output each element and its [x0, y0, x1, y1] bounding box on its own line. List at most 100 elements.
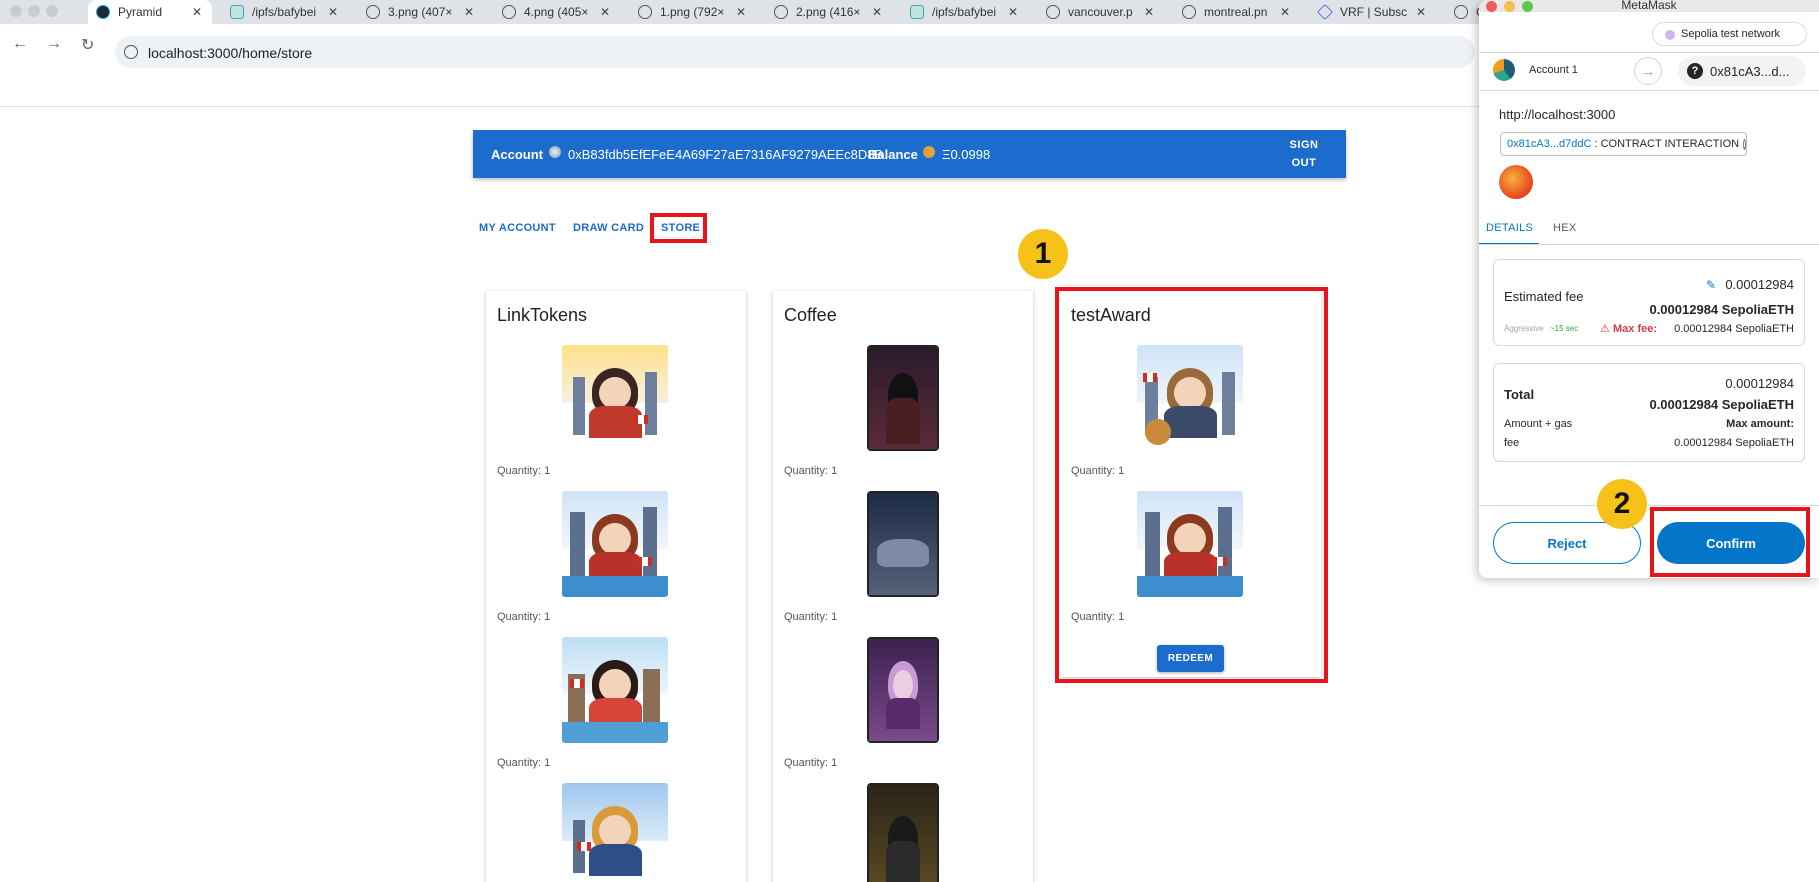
- network-name: Sepolia test network: [1681, 28, 1781, 40]
- cube-icon: [910, 5, 924, 19]
- sign-out-button[interactable]: SIGN OUT: [1276, 136, 1332, 172]
- browser-tab[interactable]: vancouver.p ✕: [1038, 0, 1164, 24]
- forward-arrow-icon[interactable]: →: [46, 35, 62, 53]
- cube-icon: [230, 5, 244, 19]
- balance-value: Ξ0.0998: [942, 147, 991, 162]
- browser-tab[interactable]: 3.png (407× ✕: [358, 0, 484, 24]
- amount-gas-label: Amount + gas: [1504, 418, 1573, 430]
- close-icon[interactable]: ✕: [1008, 5, 1018, 19]
- browser-tab[interactable]: 1.png (792× ✕: [630, 0, 756, 24]
- react-icon: [96, 5, 110, 19]
- estimated-fee-label: Estimated fee: [1504, 289, 1584, 304]
- globe-icon: [1454, 5, 1468, 19]
- divider: [1479, 52, 1819, 53]
- nft-image[interactable]: [562, 345, 668, 451]
- contract-address[interactable]: 0x81cA3...d7ddC: [1507, 138, 1591, 150]
- browser-tab[interactable]: VRF | Subsc ✕: [1310, 0, 1436, 24]
- globe-icon: [549, 146, 561, 158]
- tab-details[interactable]: DETAILS: [1486, 222, 1533, 234]
- tab-label: vancouver.p: [1068, 5, 1133, 19]
- collection-card-linktokens: LinkTokens Quantity: 1 Quantity: 1 Quant…: [486, 291, 746, 882]
- browser-tab[interactable]: 4.png (405× ✕: [494, 0, 620, 24]
- divider: [1479, 244, 1819, 245]
- reload-icon[interactable]: ↻: [81, 35, 94, 55]
- quantity-label: Quantity: 1: [497, 465, 551, 477]
- sign-out-line-1: SIGN: [1289, 139, 1319, 151]
- estimated-fee-secondary: 0.00012984: [1725, 277, 1794, 292]
- close-icon[interactable]: ✕: [600, 5, 610, 19]
- sign-out-line-2: OUT: [1291, 157, 1317, 169]
- nft-image[interactable]: [867, 783, 939, 882]
- total-box: Total 0.00012984 0.00012984 SepoliaETH A…: [1493, 363, 1805, 462]
- chainlink-icon: [1317, 4, 1333, 20]
- tab-label: /ipfs/bafybei: [252, 5, 317, 19]
- confirm-button-highlight: [1650, 507, 1810, 577]
- edit-pencil-icon[interactable]: ✎: [1706, 278, 1716, 292]
- window-minimize-dot[interactable]: [28, 5, 40, 17]
- nft-image[interactable]: [562, 637, 668, 743]
- network-selector[interactable]: Sepolia test network: [1652, 22, 1807, 46]
- window-zoom-dot[interactable]: [46, 5, 58, 17]
- divider: [1479, 90, 1819, 91]
- browser-tab[interactable]: /ipfs/bafybei ✕: [902, 0, 1028, 24]
- quantity-label: Quantity: 1: [497, 611, 551, 623]
- close-icon[interactable]: ✕: [192, 5, 202, 19]
- card-title: LinkTokens: [497, 305, 588, 325]
- testaward-card-highlight: [1055, 287, 1328, 683]
- nft-image[interactable]: [562, 783, 668, 882]
- nft-image[interactable]: [867, 637, 939, 743]
- close-icon[interactable]: ✕: [328, 5, 338, 19]
- contract-interaction-pill[interactable]: 0x81cA3...d7ddC : CONTRACT INTERACTION i: [1500, 132, 1747, 156]
- app-header: Account 0xB83fdb5EfEFeE4A69F27aE7316AF92…: [473, 130, 1346, 178]
- account-name: Account 1: [1529, 64, 1578, 76]
- max-amount-label: Max amount:: [1726, 418, 1794, 430]
- quantity-label: Quantity: 1: [784, 757, 838, 769]
- close-icon[interactable]: ✕: [1144, 5, 1154, 19]
- browser-tab[interactable]: 2.png (416× ✕: [766, 0, 892, 24]
- tab-label: Pyramid: [118, 5, 163, 19]
- total-secondary: 0.00012984: [1725, 376, 1794, 391]
- close-icon[interactable]: ✕: [736, 5, 746, 19]
- tab-label: 2.png (416×: [796, 5, 861, 19]
- max-fee-label: Max fee:: [1613, 323, 1658, 335]
- fee-speed-label: Aggressive: [1504, 324, 1544, 333]
- browser-tab[interactable]: /ipfs/bafybei ✕: [222, 0, 348, 24]
- nft-image[interactable]: [867, 345, 939, 451]
- account-identicon: [1493, 59, 1515, 81]
- nft-image[interactable]: [562, 491, 668, 597]
- site-info-icon[interactable]: [124, 45, 138, 59]
- close-icon[interactable]: ✕: [1416, 5, 1426, 19]
- url-bar[interactable]: [115, 36, 1475, 68]
- close-icon[interactable]: ✕: [1280, 5, 1290, 19]
- estimated-fee-box: Estimated fee ✎ 0.00012984 0.00012984 Se…: [1493, 259, 1805, 346]
- quantity-label: Quantity: 1: [784, 465, 838, 477]
- collection-card-coffee: Coffee Quantity: 1 Quantity: 1 Quantity:…: [773, 291, 1033, 882]
- estimated-fee-amount: 0.00012984 SepoliaETH: [1649, 302, 1794, 317]
- account-address: 0xB83fdb5EfEFeE4A69F27aE7316AF9279AEEc8D…: [568, 147, 884, 162]
- amount-gas-label-2: fee: [1504, 437, 1520, 449]
- origin-url: http://localhost:3000: [1499, 107, 1616, 122]
- quantity-label: Quantity: 1: [784, 611, 838, 623]
- close-icon[interactable]: ✕: [872, 5, 882, 19]
- browser-tab[interactable]: montreal.pn ✕: [1174, 0, 1300, 24]
- tab-hex[interactable]: HEX: [1553, 222, 1577, 234]
- globe-icon: [1046, 5, 1060, 19]
- globe-icon: [638, 5, 652, 19]
- tab-my-account[interactable]: MY ACCOUNT: [479, 222, 556, 234]
- info-icon[interactable]: i: [1743, 138, 1746, 150]
- browser-tab-pyramid[interactable]: Pyramid ✕: [88, 0, 212, 24]
- globe-icon: [774, 5, 788, 19]
- tab-draw-card[interactable]: DRAW CARD: [573, 222, 644, 234]
- divider: [1479, 505, 1819, 506]
- contract-interaction-label: : CONTRACT INTERACTION: [1594, 138, 1740, 150]
- close-icon[interactable]: ✕: [464, 5, 474, 19]
- recipient-address-pill[interactable]: ? 0x81cA3...d...: [1678, 56, 1806, 86]
- globe-icon: [366, 5, 380, 19]
- nft-image[interactable]: [867, 491, 939, 597]
- back-arrow-icon[interactable]: ←: [12, 35, 28, 53]
- url-text[interactable]: localhost:3000/home/store: [148, 45, 312, 61]
- account-label: Account: [491, 147, 543, 162]
- browser-tab[interactable]: C: [1446, 0, 1480, 24]
- window-close-dot[interactable]: [10, 5, 22, 17]
- tab-label: VRF | Subsc: [1340, 5, 1408, 19]
